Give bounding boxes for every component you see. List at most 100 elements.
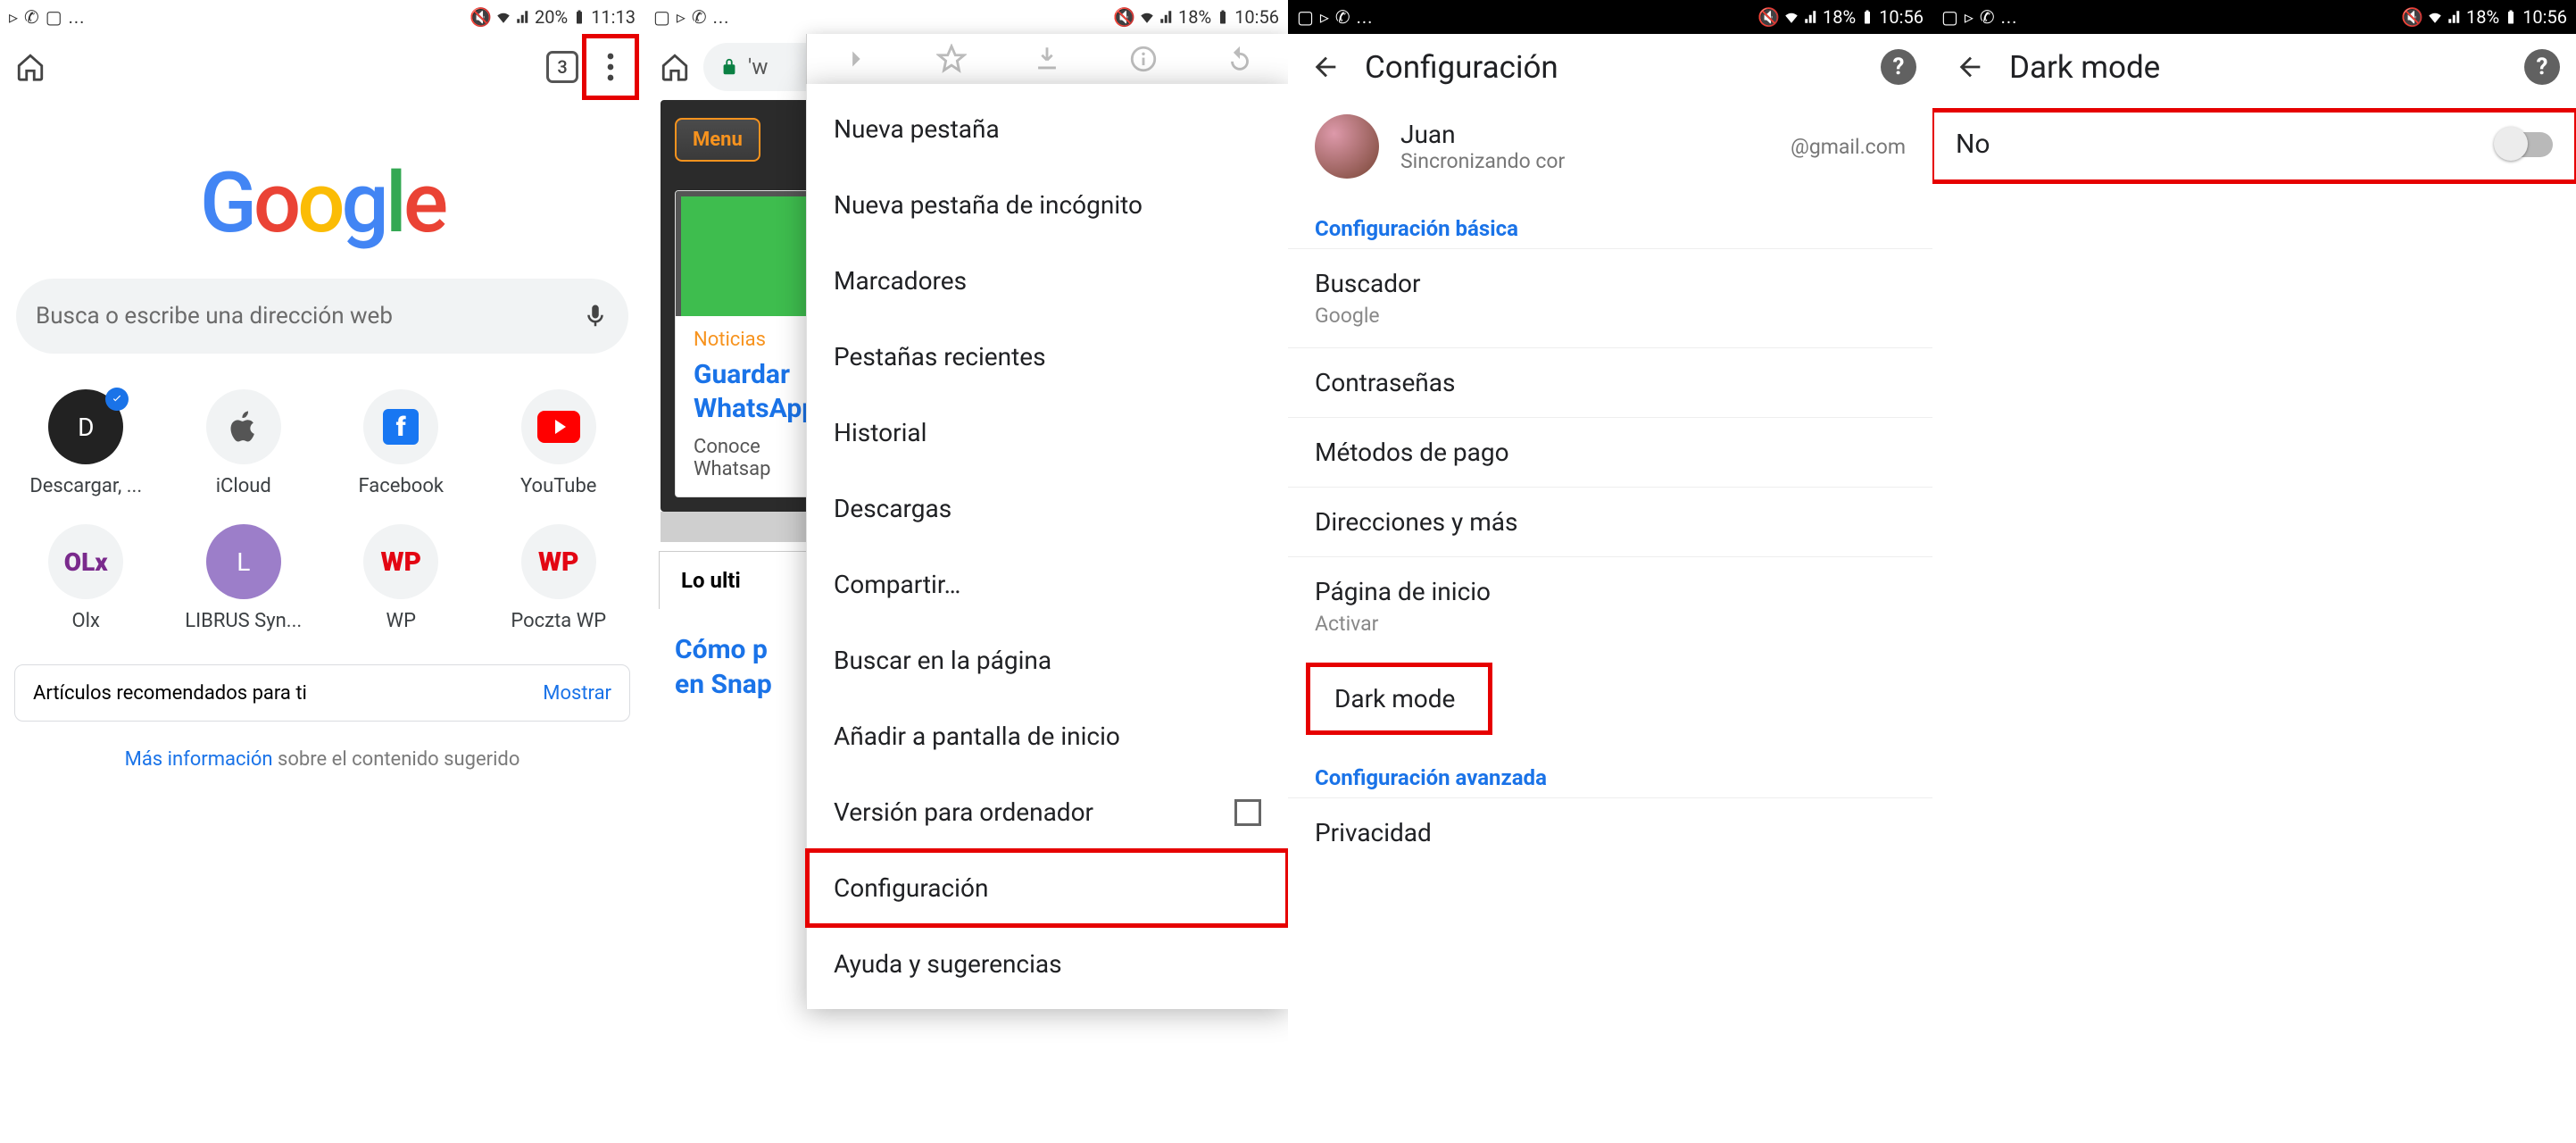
wifi-icon <box>495 9 511 25</box>
settings-header: Configuración ? <box>1288 34 1932 100</box>
verified-check-icon <box>105 388 129 411</box>
tab-switcher[interactable]: 3 <box>546 51 578 83</box>
home-icon[interactable] <box>9 46 52 88</box>
menu-share[interactable]: Compartir… <box>807 546 1288 622</box>
tile-youtube[interactable]: YouTube <box>480 389 638 497</box>
dark-mode-toggle-row[interactable]: No <box>1932 111 2576 181</box>
chrome-toolbar: 3 <box>0 34 644 100</box>
wp-icon: WP <box>538 546 579 578</box>
section-basic: Configuración básica <box>1288 193 1932 248</box>
menu-new-tab[interactable]: Nueva pestaña <box>807 91 1288 167</box>
mute-icon: 🔇 <box>469 6 492 28</box>
search-bar[interactable]: Busca o escribe una dirección web <box>16 279 628 354</box>
google-logo: Google <box>200 154 445 252</box>
signal-icon <box>515 9 531 25</box>
refresh-icon[interactable] <box>1225 44 1255 74</box>
facebook-icon: f <box>383 409 419 445</box>
status-left-icons: ▹ ✆ ▢ ... <box>9 6 85 28</box>
screen-2-menu-overlay: ▢ ▹ ✆ ... 🔇 18% 10:56 'w Menu Noticias G… <box>644 0 1288 1143</box>
mute-icon: 🔇 <box>2401 6 2423 28</box>
row-payment[interactable]: Métodos de pago <box>1288 417 1932 487</box>
apple-icon <box>226 409 262 445</box>
help-icon[interactable]: ? <box>1881 49 1916 85</box>
suggested-content-note: Más información sobre el contenido suger… <box>0 748 644 771</box>
show-link[interactable]: Mostrar <box>543 682 611 705</box>
olx-icon: OLx <box>64 547 108 577</box>
tile-olx[interactable]: OLx Olx <box>7 524 165 632</box>
home-icon[interactable] <box>653 46 696 88</box>
star-icon[interactable] <box>936 44 967 74</box>
info-icon[interactable] <box>1128 44 1159 74</box>
avatar <box>1315 114 1379 179</box>
toggle-switch[interactable] <box>2496 132 2553 157</box>
tile-poczta-wp[interactable]: WP Poczta WP <box>480 524 638 632</box>
menu-bookmarks[interactable]: Marcadores <box>807 243 1288 319</box>
menu-desktop-site[interactable]: Versión para ordenador <box>807 774 1288 850</box>
recommended-articles-card[interactable]: Artículos recomendados para ti Mostrar <box>14 664 630 722</box>
status-right: 🔇 20% 11:13 <box>469 6 636 28</box>
darkmode-header: Dark mode ? <box>1932 34 2576 100</box>
battery-icon <box>2503 9 2519 25</box>
row-passwords[interactable]: Contraseñas <box>1288 348 1932 417</box>
screen-1-chrome-home: ▹ ✆ ▢ ... 🔇 20% 11:13 3 Google <box>0 0 644 1143</box>
mic-icon[interactable] <box>582 299 609 333</box>
tile-icloud[interactable]: iCloud <box>165 389 323 497</box>
quick-tiles: D Descargar, ... iCloud f Facebook YouTu… <box>7 389 637 632</box>
tile-descargar[interactable]: D Descargar, ... <box>7 389 165 497</box>
battery-percent: 20% <box>535 6 568 28</box>
youtube-icon <box>537 411 580 443</box>
back-icon[interactable] <box>1304 46 1347 88</box>
page-menu-button[interactable]: Menu <box>675 118 760 162</box>
account-row[interactable]: Juan Sincronizando cor @gmail.com <box>1288 100 1932 193</box>
search-placeholder: Busca o escribe una dirección web <box>36 303 582 330</box>
menu-add-home[interactable]: Añadir a pantalla de inicio <box>807 698 1288 774</box>
row-dark-mode[interactable]: Dark mode <box>1308 664 1491 733</box>
row-addresses[interactable]: Direcciones y más <box>1288 487 1932 556</box>
wifi-icon <box>1783 9 1799 25</box>
page-title: Dark mode <box>2009 49 2506 86</box>
row-search-engine[interactable]: BuscadorGoogle <box>1288 248 1932 347</box>
mute-icon: 🔇 <box>1757 6 1780 28</box>
toggle-label: No <box>1956 129 2496 160</box>
account-email: @gmail.com <box>1791 135 1906 159</box>
wifi-icon <box>1139 9 1155 25</box>
battery-icon <box>571 9 587 25</box>
more-menu-button[interactable] <box>586 38 636 96</box>
status-bar: ▢ ▹ ✆ ... 🔇 18% 10:56 <box>644 0 1288 34</box>
row-homepage[interactable]: Página de inicioActivar <box>1288 557 1932 655</box>
more-info-link[interactable]: Más información <box>125 748 273 771</box>
forward-icon[interactable] <box>840 44 870 74</box>
page-title: Configuración <box>1365 49 1863 86</box>
download-icon[interactable] <box>1032 44 1062 74</box>
mute-icon: 🔇 <box>1113 6 1135 28</box>
section-advanced: Configuración avanzada <box>1288 742 1932 797</box>
signal-icon <box>2447 9 2463 25</box>
menu-help[interactable]: Ayuda y sugerencias <box>807 926 1288 1002</box>
status-bar: ▢ ▹ ✆ ... 🔇 18% 10:56 <box>1288 0 1932 34</box>
screen-4-dark-mode: ▢ ▹ ✆ ... 🔇 18% 10:56 Dark mode ? No <box>1932 0 2576 1143</box>
menu-header-row <box>806 34 1288 84</box>
wifi-icon <box>2427 9 2443 25</box>
lock-icon <box>719 57 739 77</box>
tile-librus[interactable]: L LIBRUS Syn... <box>165 524 323 632</box>
back-icon[interactable] <box>1949 46 1991 88</box>
tile-facebook[interactable]: f Facebook <box>322 389 480 497</box>
status-bar: ▹ ✆ ▢ ... 🔇 20% 11:13 <box>0 0 644 34</box>
row-privacy[interactable]: Privacidad <box>1288 797 1932 867</box>
battery-icon <box>1859 9 1875 25</box>
checkbox-icon[interactable] <box>1234 799 1261 826</box>
tile-wp[interactable]: WP WP <box>322 524 480 632</box>
menu-settings[interactable]: Configuración <box>807 850 1288 926</box>
battery-icon <box>1215 9 1231 25</box>
account-name: Juan <box>1400 120 1769 149</box>
signal-icon <box>1803 9 1819 25</box>
wp-icon: WP <box>380 546 421 578</box>
clock: 11:13 <box>591 6 636 28</box>
menu-history[interactable]: Historial <box>807 395 1288 471</box>
menu-incognito[interactable]: Nueva pestaña de incógnito <box>807 167 1288 243</box>
menu-recent-tabs[interactable]: Pestañas recientes <box>807 319 1288 395</box>
menu-find-in-page[interactable]: Buscar en la página <box>807 622 1288 698</box>
signal-icon <box>1159 9 1175 25</box>
help-icon[interactable]: ? <box>2524 49 2560 85</box>
menu-downloads[interactable]: Descargas <box>807 471 1288 546</box>
